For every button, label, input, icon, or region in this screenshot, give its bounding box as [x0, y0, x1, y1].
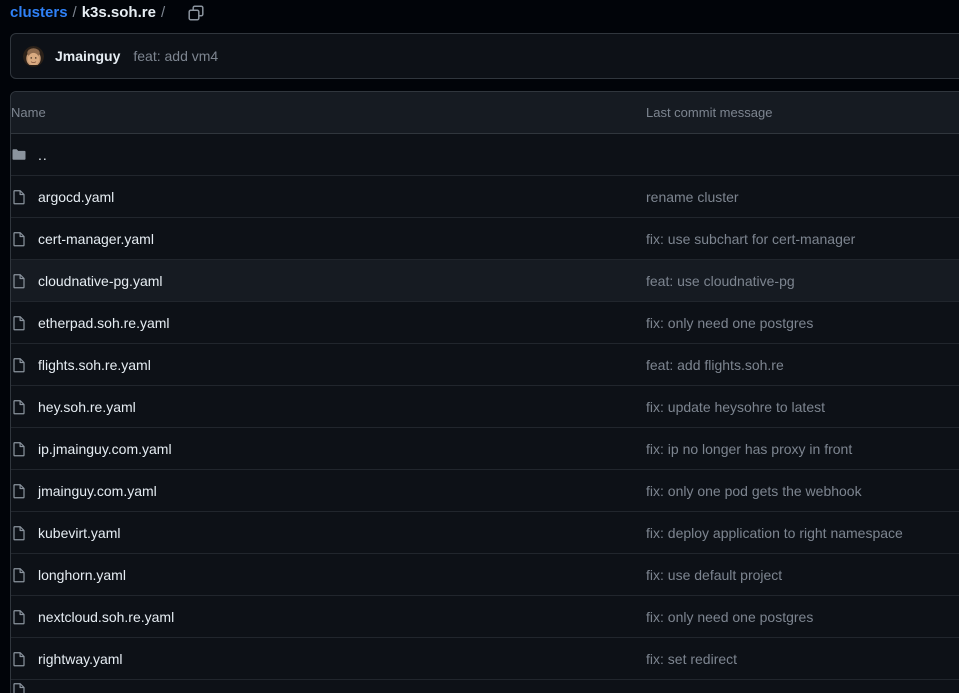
commit-message-cell: rename cluster: [646, 175, 959, 218]
commit-author[interactable]: Jmainguy: [55, 48, 120, 64]
file-link[interactable]: longhorn.yaml: [38, 567, 126, 583]
file-name-cell: kubevirt.yaml: [11, 511, 646, 554]
table-row[interactable]: ip.jmainguy.com.yaml fix: ip no longer ha…: [11, 427, 959, 470]
file-listing-card: Name Last commit message .. argocd.yaml re…: [10, 91, 959, 693]
file-icon: [11, 315, 27, 331]
file-icon: [11, 231, 27, 247]
table-row[interactable]: argocd.yaml rename cluster: [11, 175, 959, 218]
row-commit-message[interactable]: fix: only need one postgres: [646, 315, 813, 331]
file-name-cell: ip.jmainguy.com.yaml: [11, 427, 646, 470]
table-row[interactable]: rightway.yaml fix: set redirect: [11, 637, 959, 680]
file-name-cell: rightway.yaml: [11, 637, 646, 680]
file-icon: [11, 609, 27, 625]
breadcrumb: clusters / k3s.soh.re /: [0, 0, 959, 25]
row-commit-message[interactable]: feat: add flights.soh.re: [646, 357, 784, 373]
row-commit-message[interactable]: fix: deploy application to right namespa…: [646, 525, 903, 541]
file-name-cell: argocd.yaml: [11, 175, 646, 218]
file-link[interactable]: cert-manager.yaml: [38, 231, 154, 247]
file-link[interactable]: hey.soh.re.yaml: [38, 399, 136, 415]
commit-message-cell: feat: add flights.soh.re: [646, 343, 959, 386]
commit-message-cell: fix: set redirect: [646, 637, 959, 680]
commit-message-cell: fix: only need one postgres: [646, 301, 959, 344]
file-name-cell: longhorn.yaml: [11, 553, 646, 596]
folder-icon: [11, 147, 27, 163]
file-link[interactable]: nextcloud.soh.re.yaml: [38, 609, 174, 625]
table-row[interactable]: longhorn.yaml fix: use default project: [11, 553, 959, 596]
file-table-header-row: Name Last commit message: [11, 92, 959, 134]
parent-directory-link[interactable]: ..: [38, 147, 48, 163]
row-commit-message[interactable]: fix: ip no longer has proxy in front: [646, 441, 852, 457]
table-row[interactable]: etherpad.soh.re.yaml fix: only need one p…: [11, 301, 959, 344]
file-link[interactable]: etherpad.soh.re.yaml: [38, 315, 170, 331]
file-icon: [11, 189, 27, 205]
commit-message-cell: fix: only need one postgres: [646, 595, 959, 638]
column-header-name: Name: [11, 92, 646, 134]
table-row[interactable]: nextcloud.soh.re.yaml fix: only need one …: [11, 595, 959, 638]
table-row[interactable]: hey.soh.re.yaml fix: update heysohre to l…: [11, 385, 959, 428]
commit-message[interactable]: feat: add vm4: [133, 48, 218, 64]
commit-message-cell: feat: use cloudnative-pg: [646, 259, 959, 302]
avatar[interactable]: [23, 45, 44, 67]
file-icon: [11, 651, 27, 667]
file-name-cell: ..: [11, 133, 646, 176]
file-icon: [11, 399, 27, 415]
table-row[interactable]: flights.soh.re.yaml feat: add flights.soh…: [11, 343, 959, 386]
row-commit-message[interactable]: feat: use cloudnative-pg: [646, 273, 795, 289]
breadcrumb-link-clusters[interactable]: clusters: [10, 4, 68, 21]
commit-message-cell: fix: deploy application to right namespa…: [646, 511, 959, 554]
row-commit-message[interactable]: fix: use default project: [646, 567, 782, 583]
table-row[interactable]: cert-manager.yaml fix: use subchart for c…: [11, 217, 959, 260]
file-icon: [11, 273, 27, 289]
file-link[interactable]: cloudnative-pg.yaml: [38, 273, 163, 289]
commit-message-cell: fix: update heysohre to latest: [646, 385, 959, 428]
row-commit-message[interactable]: fix: only need one postgres: [646, 609, 813, 625]
file-name-cell: cloudnative-pg.yaml: [11, 259, 646, 302]
file-name-cell: flights.soh.re.yaml: [11, 343, 646, 386]
breadcrumb-separator-2: /: [160, 4, 166, 21]
breadcrumb-current-directory[interactable]: k3s.soh.re: [82, 4, 156, 21]
row-commit-message[interactable]: rename cluster: [646, 189, 739, 205]
breadcrumb-separator-1: /: [72, 4, 77, 21]
file-icon: [11, 441, 27, 457]
table-row[interactable]: cloudnative-pg.yaml feat: use cloudnative…: [11, 259, 959, 302]
file-link[interactable]: kubevirt.yaml: [38, 525, 120, 541]
file-link[interactable]: flights.soh.re.yaml: [38, 357, 151, 373]
row-commit-message[interactable]: fix: update heysohre to latest: [646, 399, 825, 415]
file-name-cell: [11, 679, 646, 693]
file-name-cell: hey.soh.re.yaml: [11, 385, 646, 428]
commit-message-cell: fix: ip no longer has proxy in front: [646, 427, 959, 470]
commit-message-cell: [646, 679, 959, 693]
table-row-partial[interactable]: [11, 679, 959, 693]
file-table-body: .. argocd.yaml rename cluster cert-manager.…: [11, 133, 959, 693]
copy-path-icon[interactable]: [184, 2, 208, 24]
column-header-commit: Last commit message: [646, 92, 959, 134]
file-name-cell: etherpad.soh.re.yaml: [11, 301, 646, 344]
file-link[interactable]: ip.jmainguy.com.yaml: [38, 441, 172, 457]
file-icon: [11, 567, 27, 583]
table-row[interactable]: ..: [11, 133, 959, 176]
file-icon: [11, 525, 27, 541]
row-commit-message[interactable]: fix: set redirect: [646, 651, 737, 667]
file-icon: [11, 357, 27, 373]
file-name-cell: jmainguy.com.yaml: [11, 469, 646, 512]
file-icon: [11, 682, 27, 693]
row-commit-message[interactable]: fix: only one pod gets the webhook: [646, 483, 862, 499]
file-name-cell: cert-manager.yaml: [11, 217, 646, 260]
table-row[interactable]: kubevirt.yaml fix: deploy application to …: [11, 511, 959, 554]
commit-message-cell: fix: only one pod gets the webhook: [646, 469, 959, 512]
commit-message-cell: fix: use default project: [646, 553, 959, 596]
commit-message-cell: [646, 133, 959, 176]
file-link[interactable]: argocd.yaml: [38, 189, 114, 205]
file-name-cell: nextcloud.soh.re.yaml: [11, 595, 646, 638]
file-link[interactable]: rightway.yaml: [38, 651, 123, 667]
file-link[interactable]: jmainguy.com.yaml: [38, 483, 157, 499]
table-row[interactable]: jmainguy.com.yaml fix: only one pod gets …: [11, 469, 959, 512]
file-table: Name Last commit message .. argocd.yaml re…: [11, 92, 959, 693]
latest-commit-bar: Jmainguy feat: add vm4: [10, 33, 959, 79]
commit-message-cell: fix: use subchart for cert-manager: [646, 217, 959, 260]
row-commit-message[interactable]: fix: use subchart for cert-manager: [646, 231, 855, 247]
file-icon: [11, 483, 27, 499]
file-table-head: Name Last commit message: [11, 92, 959, 134]
